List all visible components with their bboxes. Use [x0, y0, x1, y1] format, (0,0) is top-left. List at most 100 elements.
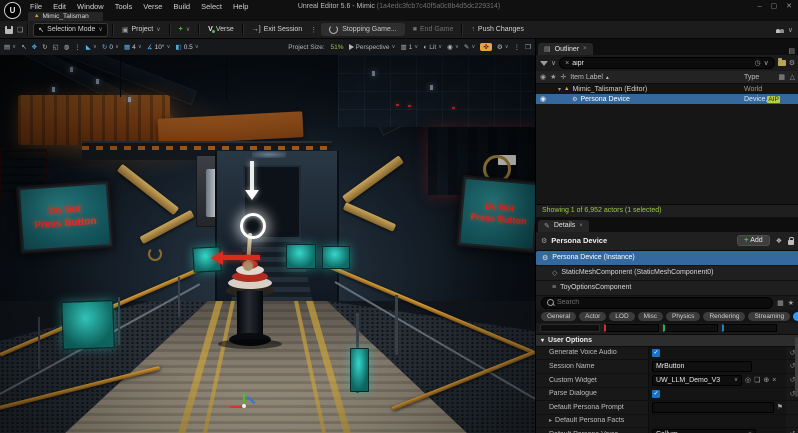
checkbox-checked[interactable]: ✓	[652, 389, 660, 398]
sidebar-icon[interactable]: ▤	[788, 47, 795, 55]
snap-zero-control[interactable]: ↻ 0 ∨	[102, 43, 119, 52]
filter-icon[interactable]	[540, 60, 548, 66]
project-button[interactable]: ▣ Project ∨	[118, 24, 165, 36]
camera-perspective-dropdown[interactable]: Perspective ∨	[348, 44, 396, 51]
menu-help[interactable]: Help	[233, 2, 248, 11]
rotate-tool-icon[interactable]: ↻	[42, 43, 47, 51]
close-tab-icon[interactable]: ×	[583, 46, 587, 52]
menu-verse[interactable]: Verse	[143, 2, 162, 11]
menu-select[interactable]: Select	[201, 2, 222, 11]
exit-session-button[interactable]: →] Exit Session	[248, 24, 306, 35]
viewport-settings-icon[interactable]: ⚙ ∨	[497, 43, 509, 51]
menu-build[interactable]: Build	[173, 2, 190, 11]
tab-actor[interactable]: Actor	[579, 311, 607, 321]
details-property-list[interactable]: ▾ User Options Generate Voice Audio ✓ ↺ …	[536, 334, 798, 433]
columns-icon[interactable]: ▦	[778, 73, 785, 81]
visible-eye-icon[interactable]: ◉	[540, 95, 546, 103]
tab-misc[interactable]: Misc	[637, 311, 664, 321]
clear-search-icon[interactable]: ×	[565, 60, 569, 67]
scale-snap-control[interactable]: ◧ 0.5 ∨	[176, 43, 199, 52]
menu-tools[interactable]: Tools	[115, 2, 133, 11]
viewport-scene[interactable]: Do Not Press Button Do Not Press Button	[0, 55, 535, 433]
more-options-icon[interactable]: ⋮	[310, 26, 317, 34]
transform-z-field[interactable]	[722, 323, 777, 332]
selection-mode-button[interactable]: ↖ Selection Mode ∨	[33, 22, 108, 37]
session-name-field[interactable]: MrButton	[652, 360, 752, 372]
select-tool-icon[interactable]: ↖	[21, 43, 26, 51]
component-row-instance[interactable]: ⚙ Persona Device (Instance)	[536, 250, 798, 266]
browse-icon[interactable]: ❏	[754, 376, 760, 384]
game-view-toggle[interactable]: ✜	[480, 43, 492, 51]
flag-icon[interactable]: ⚑	[777, 403, 783, 411]
tab-streaming[interactable]: Streaming	[748, 311, 791, 321]
show-flags-dropdown[interactable]: ◉ ∨	[447, 43, 459, 51]
use-selected-icon[interactable]: ◎	[745, 376, 751, 384]
component-row-toyoptions[interactable]: ≡ ToyOptionsComponent	[536, 280, 798, 296]
transform-x-field[interactable]	[604, 323, 659, 332]
checkbox-checked[interactable]: ✓	[652, 348, 660, 357]
details-search-field[interactable]	[557, 299, 768, 306]
favorites-icon[interactable]: ★	[788, 299, 794, 307]
voice-dropdown[interactable]: Callum∨	[652, 428, 756, 433]
surface-snap-toggle[interactable]: ◣ ∨	[86, 43, 97, 51]
menu-window[interactable]: Window	[77, 2, 104, 11]
pin-column-icon[interactable]: ✛	[560, 73, 566, 81]
menu-file[interactable]: File	[30, 2, 42, 11]
search-history-icon[interactable]: ◷	[754, 59, 760, 67]
custom-widget-dropdown[interactable]: UW_LLM_Demo_V3 ∨	[652, 374, 742, 386]
type-column[interactable]: Type	[744, 74, 759, 81]
outliner-search-field[interactable]	[572, 59, 752, 67]
tool-more-icon[interactable]: ⋮	[74, 43, 81, 51]
outliner-search-input[interactable]: × ◷ ∨	[559, 57, 775, 69]
visibility-column-icon[interactable]: ◉	[540, 73, 546, 81]
multi-user-icon[interactable]	[775, 27, 785, 33]
component-row-staticmesh[interactable]: ◇ StaticMeshComponent (StaticMeshCompone…	[536, 265, 798, 281]
add-content-button[interactable]: + ∨	[175, 24, 195, 35]
outliner-row-persona-device[interactable]: ◉ ⚙ Persona Device Device,AIP	[536, 94, 798, 104]
view-size-control[interactable]: ▥ 1 ∨	[401, 43, 419, 52]
tab-physics[interactable]: Physics	[666, 311, 701, 321]
close-button[interactable]: ✕	[786, 2, 792, 10]
blueprint-icon[interactable]: ❖	[774, 237, 784, 245]
maximize-viewport-icon[interactable]: ❒	[525, 43, 531, 51]
move-tool-icon[interactable]: ✥	[32, 43, 37, 51]
plus-icon[interactable]: ⊕	[763, 376, 769, 384]
tab-rendering[interactable]: Rendering	[703, 311, 746, 321]
level-viewport[interactable]: ▤ ∨ ↖ ✥ ↻ ◱ ◍ ⋮ ◣ ∨ ↻ 0 ∨ ▦ 4 ∨ ∡ 10° ∨ ◧ 0.5 ∨ Pr…	[0, 39, 535, 433]
outliner-row-world[interactable]: ▾ ▲ Mimic_Talisman (Editor) World	[536, 84, 798, 94]
display-filter-icon[interactable]: ▦	[777, 299, 784, 307]
outliner-settings-icon[interactable]: ⚙	[789, 59, 795, 67]
item-label-column[interactable]: Item Label ▲	[570, 74, 610, 81]
viewport-options-icon[interactable]: ▤ ∨	[4, 43, 16, 51]
viewport-more-icon[interactable]: ⋮	[514, 43, 521, 51]
scale-tool-icon[interactable]: ◱	[53, 43, 59, 51]
favorite-column-icon[interactable]: ★	[550, 73, 556, 81]
caret-right-icon[interactable]: ▸	[549, 417, 552, 424]
persona-prompt-field[interactable]	[652, 401, 774, 413]
world-coordinate-icon[interactable]: ◍	[64, 43, 70, 51]
push-changes-button[interactable]: ↑ Push Changes	[467, 24, 527, 35]
rotation-snap-control[interactable]: ∡ 10° ∨	[147, 43, 171, 52]
menu-edit[interactable]: Edit	[53, 2, 66, 11]
clear-icon[interactable]: ×	[772, 377, 776, 384]
outliner-empty-area[interactable]	[536, 104, 798, 204]
tab-outliner[interactable]: ▤ Outliner ×	[538, 43, 593, 55]
new-folder-icon[interactable]	[777, 58, 786, 66]
save-icon[interactable]	[5, 25, 13, 34]
transform-y-field[interactable]	[663, 323, 718, 332]
close-tab-icon[interactable]: ×	[579, 223, 583, 229]
tab-vi[interactable]: VI	[793, 311, 798, 321]
grid-snap-control[interactable]: ▦ 4 ∨	[124, 43, 142, 52]
tab-lod[interactable]: LOD	[609, 311, 635, 321]
end-game-button[interactable]: ■ End Game	[409, 24, 458, 35]
tab-general[interactable]: General	[541, 311, 577, 321]
source-control-icon[interactable]: ❏	[17, 26, 23, 34]
minimize-button[interactable]: –	[758, 3, 762, 10]
gizmo-origin[interactable]	[242, 404, 246, 408]
transform-dropdown[interactable]	[540, 323, 600, 332]
section-user-options[interactable]: ▾ User Options	[536, 334, 798, 347]
tab-details[interactable]: ✎ Details ×	[538, 219, 589, 232]
expand-icon[interactable]: △	[790, 73, 795, 81]
caret-down-icon[interactable]: ▾	[558, 86, 561, 93]
asset-tab-mimic-talisman[interactable]: ▲ Mimic_Talisman	[28, 11, 103, 21]
